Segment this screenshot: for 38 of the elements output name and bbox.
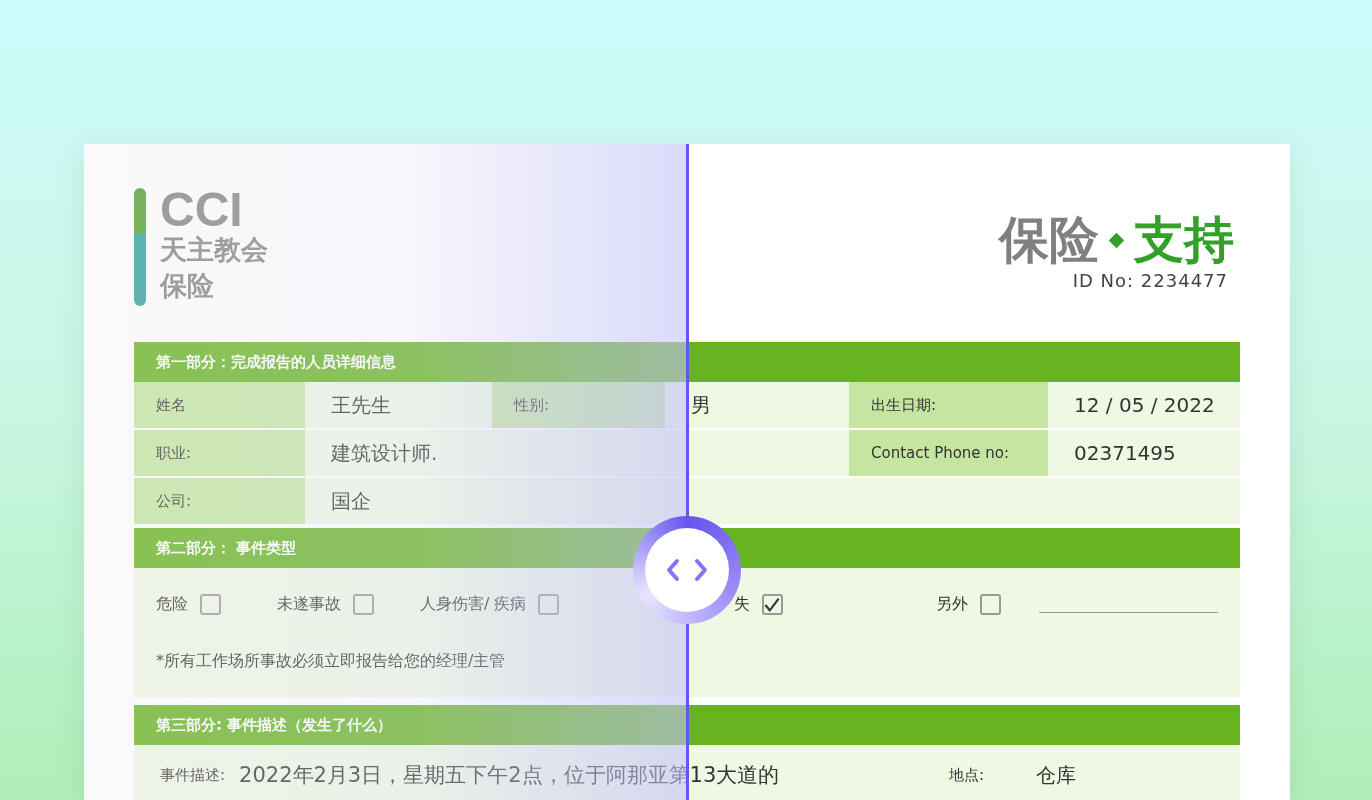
logo-text: CCI bbox=[160, 188, 244, 232]
section-header: 第一部分：完成报告的人员详细信息 bbox=[134, 342, 1240, 382]
field-label: 职业: bbox=[134, 430, 305, 476]
form-title: 支持 bbox=[1134, 210, 1234, 270]
field-label: 出生日期: bbox=[849, 382, 1048, 428]
form-title: 保险 bbox=[999, 210, 1099, 270]
chevron-left-icon bbox=[666, 558, 680, 582]
checkmark-icon bbox=[764, 596, 781, 612]
checkbox[interactable] bbox=[200, 593, 221, 615]
field-label: Contact Phone no: bbox=[849, 430, 1048, 476]
field-value: 仓库 bbox=[1036, 761, 1077, 789]
section-header: 第三部分: 事件描述（发生了什么） bbox=[134, 705, 1240, 745]
field-label: 公司: bbox=[134, 478, 305, 524]
section-header: 第二部分： 事件类型 bbox=[134, 528, 1240, 568]
field-value: 建筑设计师. bbox=[305, 430, 492, 476]
id-number: ID No: 2234477 bbox=[1072, 270, 1228, 291]
field-value: 12 / 05 / 2022 bbox=[1048, 382, 1240, 428]
checkbox[interactable] bbox=[980, 593, 1002, 615]
chevron-right-icon bbox=[694, 558, 708, 582]
option-label: 人身伤害/ 疾病 bbox=[420, 593, 527, 615]
field-label: 事件描述: bbox=[160, 765, 226, 785]
logo-subtitle: 保险 bbox=[160, 269, 215, 303]
field-value: 02371495 bbox=[1048, 430, 1240, 476]
note-text: *所有工作场所事故必须立即报告给您的经理/主管 bbox=[156, 650, 507, 672]
field-label: 地点: bbox=[949, 765, 985, 785]
field-value: 男 bbox=[665, 382, 849, 428]
field-value: 王先生 bbox=[305, 382, 492, 428]
field-value: 国企 bbox=[305, 478, 492, 524]
option-label: 未遂事故 bbox=[277, 593, 342, 615]
option-label: 危险 bbox=[156, 593, 188, 615]
field-label: 性别: bbox=[492, 382, 665, 428]
field-label: 姓名 bbox=[134, 382, 305, 428]
option-label: 失 bbox=[733, 593, 750, 615]
logo-subtitle: 天主教会 bbox=[160, 233, 268, 267]
checkbox[interactable] bbox=[353, 593, 375, 615]
option-label: 另外 bbox=[936, 593, 969, 615]
checkbox[interactable] bbox=[761, 593, 783, 615]
checkbox[interactable] bbox=[538, 593, 560, 615]
